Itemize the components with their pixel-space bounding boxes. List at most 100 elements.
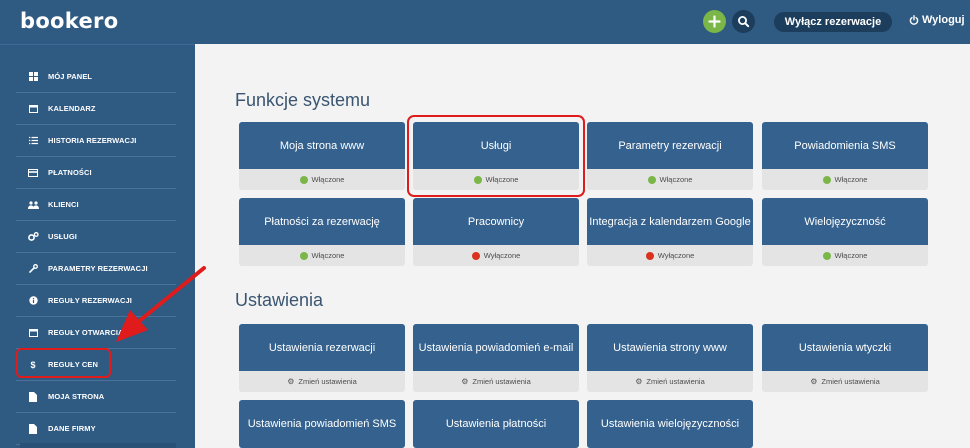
sidebar-item-my-page[interactable]: MOJA STRONA (16, 381, 176, 413)
section-title-features: Funkcje systemu (235, 90, 371, 110)
sidebar-item-services[interactable]: USŁUGI (16, 221, 176, 253)
tile-plugin-settings[interactable]: Ustawienia wtyczki ⚙ Zmień ustawienia (762, 324, 928, 392)
tile-action[interactable]: ⚙ Zmień ustawienia (587, 371, 753, 392)
action-text: Zmień ustawienia (298, 377, 357, 386)
tile-action[interactable]: ⚙ Zmień ustawienia (762, 371, 928, 392)
credit-card-icon (26, 168, 40, 177)
tile-status: Włączone (762, 245, 928, 266)
tile-sms-notification-settings[interactable]: Ustawienia powiadomień SMS (239, 400, 405, 448)
tile-status: Włączone (239, 245, 405, 266)
tile-label: Moja strona www (239, 122, 405, 169)
dashboard-icon (26, 72, 40, 81)
action-text: Zmień ustawienia (472, 377, 531, 386)
action-text: Zmień ustawienia (821, 377, 880, 386)
gear-icon: ⚙ (287, 377, 295, 386)
sidebar-item-company-data[interactable]: DANE FIRMY (16, 413, 176, 445)
tile-email-notification-settings[interactable]: Ustawienia powiadomień e-mail ⚙ Zmień ust… (413, 324, 579, 392)
tile-website-settings[interactable]: Ustawienia strony www ⚙ Zmień ustawienia (587, 324, 753, 392)
tile-payment-settings[interactable]: Ustawienia płatności (413, 400, 579, 448)
tile-action[interactable]: ⚙ Zmień ustawienia (239, 371, 405, 392)
disable-reservations-button[interactable]: Wyłącz rezerwacje (774, 12, 892, 32)
wrench-icon (26, 264, 40, 273)
status-text: Włączone (311, 175, 345, 184)
status-text: Włączone (834, 251, 868, 260)
tile-label: Integracja z kalendarzem Google (587, 198, 753, 245)
tile-status: Wyłączone (587, 245, 753, 266)
tile-google-calendar[interactable]: Integracja z kalendarzem Google Wyłączon… (587, 198, 753, 266)
sidebar: MÓJ PANEL KALENDARZ HISTORIA REZERWACJI … (0, 44, 195, 448)
tile-action[interactable]: ⚙ Zmień ustawienia (413, 371, 579, 392)
tile-multilanguage[interactable]: Wielojęzyczność Włączone (762, 198, 928, 266)
highlight-box-services (407, 115, 585, 197)
sidebar-item-label: KLIENCI (48, 200, 79, 209)
status-dot-icon (471, 251, 480, 260)
status-text: Wyłączone (483, 251, 521, 260)
sidebar-item-calendar[interactable]: KALENDARZ (16, 93, 176, 125)
sidebar-item-label: MOJA STRONA (48, 392, 105, 401)
sidebar-item-label: DANE FIRMY (48, 424, 96, 433)
status-dot-icon (299, 251, 308, 260)
tile-sms-notifications[interactable]: Powiadomienia SMS Włączone (762, 122, 928, 190)
calendar-icon (26, 328, 40, 337)
status-dot-icon (299, 175, 308, 184)
file-icon (26, 423, 40, 434)
highlight-box-price-rules (16, 348, 111, 378)
cogs-icon (26, 232, 40, 241)
sidebar-item-clients[interactable]: KLIENCI (16, 189, 176, 221)
logout-button[interactable]: Wyloguj (909, 14, 965, 26)
tile-my-website[interactable]: Moja strona www Włączone (239, 122, 405, 190)
status-dot-icon (645, 251, 654, 260)
app-logo[interactable]: bookero (20, 9, 118, 33)
sidebar-item-label: HISTORIA REZERWACJI (48, 136, 137, 145)
users-icon (26, 200, 40, 209)
add-button[interactable] (703, 10, 726, 33)
tile-label: Powiadomienia SMS (762, 122, 928, 169)
tile-label: Ustawienia wtyczki (762, 324, 928, 371)
logout-label: Wyloguj (922, 14, 965, 26)
tile-employees[interactable]: Pracownicy Wyłączone (413, 198, 579, 266)
tile-reservation-payments[interactable]: Płatności za rezerwację Włączone (239, 198, 405, 266)
tile-status: Włączone (587, 169, 753, 190)
status-dot-icon (822, 251, 831, 260)
gear-icon: ⚙ (810, 377, 818, 386)
tile-reservation-params[interactable]: Parametry rezerwacji Włączone (587, 122, 753, 190)
sidebar-item-label: MÓJ PANEL (48, 72, 93, 81)
section-title-settings: Ustawienia (235, 290, 324, 310)
action-text: Zmień ustawienia (646, 377, 705, 386)
status-text: Wyłączone (657, 251, 695, 260)
sidebar-item-label: PŁATNOŚCI (48, 168, 92, 177)
sidebar-scrollbar[interactable] (20, 443, 176, 448)
status-text: Włączone (311, 251, 345, 260)
status-text: Włączone (834, 175, 868, 184)
annotation-arrow-icon (116, 266, 206, 342)
power-icon (909, 15, 919, 25)
sidebar-item-dashboard[interactable]: MÓJ PANEL (16, 61, 176, 93)
search-button[interactable] (732, 10, 755, 33)
gear-icon: ⚙ (461, 377, 469, 386)
tile-label: Ustawienia rezerwacji (239, 324, 405, 371)
tile-status: Włączone (239, 169, 405, 190)
tile-status: Włączone (762, 169, 928, 190)
gear-icon: ⚙ (635, 377, 643, 386)
tile-label: Parametry rezerwacji (587, 122, 753, 169)
page-icon (26, 391, 40, 402)
sidebar-item-label: KALENDARZ (48, 104, 96, 113)
status-text: Włączone (659, 175, 693, 184)
tile-label: Ustawienia powiadomień SMS (239, 400, 405, 448)
tile-status: Wyłączone (413, 245, 579, 266)
tile-label: Ustawienia wielojęzyczności (587, 400, 753, 448)
tile-label: Ustawienia powiadomień e-mail (413, 324, 579, 371)
plus-icon (708, 15, 721, 28)
tile-label: Płatności za rezerwację (239, 198, 405, 245)
tile-label: Ustawienia płatności (413, 400, 579, 448)
status-dot-icon (822, 175, 831, 184)
calendar-icon (26, 104, 40, 113)
tile-label: Pracownicy (413, 198, 579, 245)
tile-reservation-settings[interactable]: Ustawienia rezerwacji ⚙ Zmień ustawienia (239, 324, 405, 392)
sidebar-item-payments[interactable]: PŁATNOŚCI (16, 157, 176, 189)
tile-multilanguage-settings[interactable]: Ustawienia wielojęzyczności (587, 400, 753, 448)
status-dot-icon (647, 175, 656, 184)
sidebar-item-label: USŁUGI (48, 232, 77, 241)
sidebar-item-history[interactable]: HISTORIA REZERWACJI (16, 125, 176, 157)
tile-label: Wielojęzyczność (762, 198, 928, 245)
